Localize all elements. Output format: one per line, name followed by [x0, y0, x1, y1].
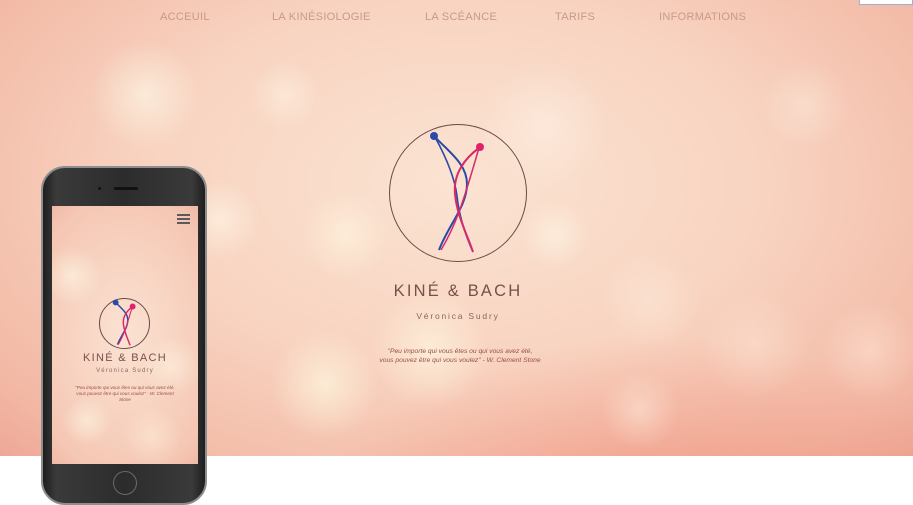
phone-home-button [113, 471, 137, 495]
phone-camera [98, 187, 101, 190]
nav-item-seance[interactable]: LA SCÉANCE [425, 11, 497, 23]
quote-line-1: "Peu importe qui vous êtes ou qui vous a… [387, 348, 533, 355]
nav-item-kinesiologie[interactable]: LA KINÉSIOLOGIE [272, 11, 371, 23]
mobile-logo-dancers-icon [112, 299, 136, 346]
main-nav: ACCEUIL LA KINÉSIOLOGIE LA SCÉANCE TARIF… [0, 0, 913, 34]
phone-screen: KINÉ & BACH Véronica Sudry "Peu importe … [52, 206, 198, 464]
mobile-brand-title: KINÉ & BACH [83, 352, 167, 364]
mobile-quote: "Peu importe qui vous êtes ou qui vous a… [75, 385, 175, 402]
hero-quote: "Peu importe qui vous êtes ou qui vous a… [360, 347, 560, 365]
logo-dancers-icon [430, 132, 484, 253]
brand-title: KINÉ & BACH [393, 282, 523, 300]
hamburger-menu-icon[interactable] [177, 214, 190, 224]
mobile-brand-subtitle: Véronica Sudry [96, 368, 154, 374]
nav-item-informations[interactable]: INFORMATIONS [659, 11, 746, 23]
quote-line-2: vous pouvez être qui vous voulez" - W. C… [379, 357, 541, 364]
brand-subtitle: Véronica Sudry [416, 311, 500, 321]
corner-badge[interactable] [859, 0, 913, 5]
phone-speaker [114, 187, 138, 190]
nav-item-tarifs[interactable]: TARIFS [555, 11, 595, 23]
nav-item-accueil[interactable]: ACCEUIL [160, 11, 210, 23]
